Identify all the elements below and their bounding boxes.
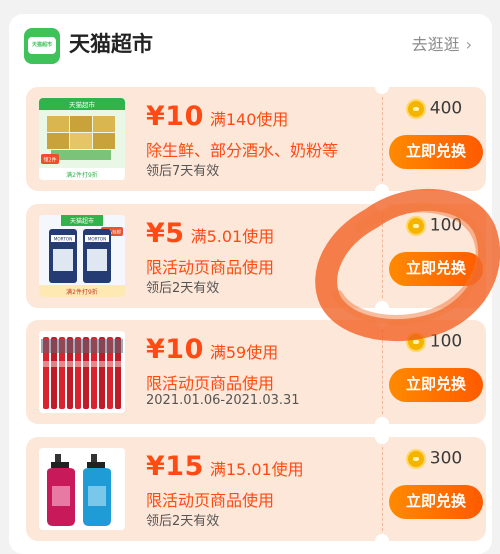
redeem-button[interactable]: 立即兑换	[389, 252, 483, 286]
coupon-divider	[382, 447, 383, 531]
go-shopping-link[interactable]: 去逛逛 ›	[412, 34, 472, 56]
coin-icon	[405, 448, 426, 469]
redeem-button[interactable]: 立即兑换	[389, 135, 483, 169]
coupon-threshold: 满15.01使用	[209, 460, 304, 479]
coupon-threshold: 满59使用	[209, 343, 279, 362]
coupon-validity: 领后2天有效	[146, 281, 220, 296]
coupon-price-line: ¥15 满15.01使用	[146, 451, 304, 482]
coupon-price: ¥5	[146, 218, 185, 249]
thumb-brand: MORTON	[88, 237, 107, 242]
coupon-price-line: ¥5 满5.01使用	[146, 218, 274, 249]
chevron-right-icon: ›	[465, 35, 472, 54]
coupon-threshold: 满5.01使用	[190, 227, 275, 246]
coupon-price: ¥10	[146, 334, 204, 365]
coupon-card: ¥10 满59使用 限活动页商品使用 2021.01.06-2021.03.31 …	[26, 320, 486, 424]
thumb-brand: MORTON	[54, 237, 73, 242]
grocery-product-image: 天猫超市 领2件 满2件打9折	[39, 98, 125, 180]
thumb-badge: 领2件	[43, 157, 56, 164]
go-shopping-label: 去逛逛	[411, 35, 460, 54]
thumb-label: 天猫超市	[70, 217, 94, 225]
coupon-validity: 2021.01.06-2021.03.31	[146, 393, 300, 408]
redeem-button[interactable]: 立即兑换	[389, 368, 483, 402]
thumb-promo: 满2件打9折	[66, 171, 98, 179]
coupon-description: 限活动页商品使用	[146, 374, 275, 393]
points-cost: 100	[388, 331, 480, 357]
coupon-description: 限活动页商品使用	[146, 258, 275, 277]
points-value: 100	[429, 215, 463, 236]
sea-salt-product-image: 天猫超市 单品包邮 MORTON MORTON 满2件打9折	[39, 215, 125, 297]
points-value: 400	[429, 98, 463, 119]
coupon-card: ¥15 满15.01使用 限活动页商品使用 领后2天有效 300 立即兑换	[26, 437, 486, 541]
thumb-promo: 满2件打9折	[66, 288, 98, 296]
coupon-description: 限活动页商品使用	[146, 491, 275, 510]
coupon-divider	[382, 330, 383, 414]
coupon-price-line: ¥10 满140使用	[146, 101, 288, 132]
coupon-divider	[382, 97, 383, 181]
coupon-card: 天猫超市 单品包邮 MORTON MORTON 满2件打9折 ¥5 满5.01使用…	[26, 204, 486, 308]
logo-text: 天猫超市	[31, 42, 52, 48]
redeem-button[interactable]: 立即兑换	[389, 485, 483, 519]
tmall-supermarket-card: 天猫超市 天猫超市 去逛逛 › 天猫超市 领2件 满2件打9折 ¥10 满140…	[9, 14, 492, 554]
coupon-validity: 领后2天有效	[146, 514, 220, 529]
toothbrush-product-image	[39, 331, 125, 413]
store-title: 天猫超市	[69, 32, 153, 56]
points-cost: 100	[388, 215, 480, 241]
points-value: 100	[429, 331, 463, 352]
coupon-threshold: 满140使用	[209, 110, 289, 129]
points-cost: 300	[388, 448, 480, 474]
coupon-validity: 领后7天有效	[146, 164, 220, 179]
points-value: 300	[429, 448, 463, 469]
card-header: 天猫超市 天猫超市 去逛逛 ›	[9, 14, 492, 78]
coin-icon	[405, 331, 426, 352]
shampoo-product-image	[39, 448, 125, 530]
tmall-supermarket-logo-icon: 天猫超市	[24, 28, 60, 64]
coupon-card: 天猫超市 领2件 满2件打9折 ¥10 满140使用 除生鲜、部分酒水、奶粉等 领…	[26, 87, 486, 191]
coupon-price-line: ¥10 满59使用	[146, 334, 278, 365]
coin-icon	[405, 98, 426, 119]
coupon-price: ¥15	[146, 451, 204, 482]
thumb-label: 天猫超市	[69, 100, 96, 109]
coin-icon	[405, 215, 426, 236]
coupon-description: 除生鲜、部分酒水、奶粉等	[146, 141, 339, 160]
coupon-divider	[382, 214, 383, 298]
points-cost: 400	[388, 98, 480, 124]
coupon-price: ¥10	[146, 101, 204, 132]
